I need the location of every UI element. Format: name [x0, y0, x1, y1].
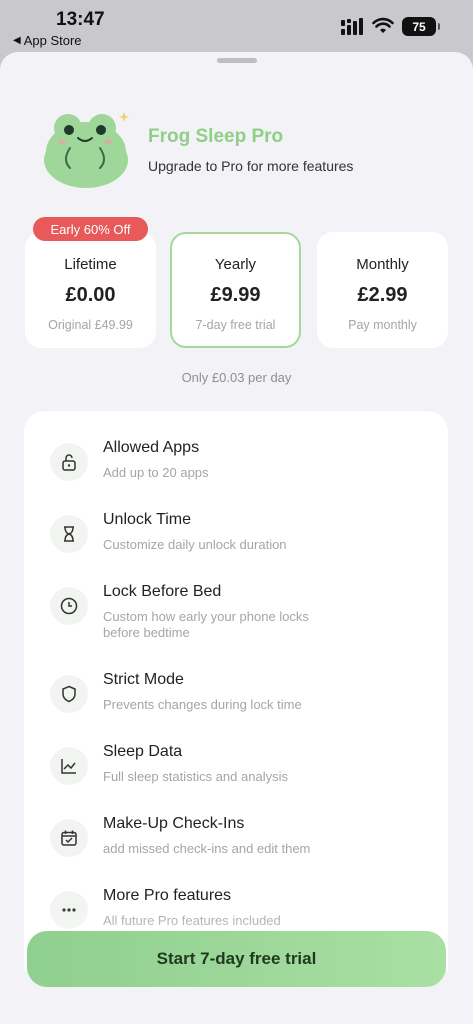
plan-name: Lifetime	[64, 256, 117, 273]
feature-sleep-data: Sleep Data Full sleep statistics and ana…	[24, 743, 448, 807]
feature-desc: Full sleep statistics and analysis	[103, 769, 288, 784]
feature-desc: Add up to 20 apps	[103, 465, 209, 480]
plan-note: Pay monthly	[348, 318, 417, 332]
plan-yearly[interactable]: Yearly £9.99 7-day free trial	[170, 232, 301, 348]
feature-desc: Custom how early your phone locks before…	[103, 609, 309, 640]
battery-indicator: 75	[402, 17, 440, 36]
more-icon	[50, 891, 88, 929]
per-day-price: Only £0.03 per day	[181, 370, 292, 385]
app-title: Frog Sleep Pro	[148, 126, 284, 147]
feature-strict-mode: Strict Mode Prevents changes during lock…	[24, 671, 448, 735]
plan-monthly[interactable]: Monthly £2.99 Pay monthly	[317, 232, 448, 348]
plan-name: Yearly	[214, 256, 257, 273]
plan-price: £9.99	[210, 284, 261, 306]
feature-desc: All future Pro features included	[103, 913, 281, 928]
feature-lock-before-bed: Lock Before Bed Custom how early your ph…	[24, 583, 448, 647]
clock-icon	[50, 587, 88, 625]
feature-title: Allowed Apps	[103, 439, 200, 456]
discount-badge: Early 60% Off	[33, 217, 148, 241]
lock-open-icon	[50, 443, 88, 481]
feature-title: Unlock Time	[103, 511, 192, 528]
feature-title: Sleep Data	[103, 743, 183, 760]
back-arrow-icon: ◀	[13, 35, 21, 46]
plan-name: Monthly	[356, 256, 409, 273]
app-subtitle: Upgrade to Pro for more features	[148, 158, 354, 174]
cellular-signal-icon	[341, 18, 363, 35]
wifi-icon	[372, 17, 394, 33]
feature-title: More Pro features	[103, 887, 232, 904]
plan-lifetime[interactable]: Lifetime £0.00 Original £49.99	[25, 232, 156, 348]
back-app-label: App Store	[23, 33, 82, 48]
shield-icon	[50, 675, 88, 713]
hourglass-icon	[50, 515, 88, 553]
plan-price: £0.00	[65, 284, 116, 306]
plan-note: Original £49.99	[48, 318, 133, 332]
sheet-grabber[interactable]	[217, 58, 257, 63]
status-bar: 13:47 ◀ App Store 75	[0, 0, 473, 52]
start-free-trial-button[interactable]: Start 7-day free trial	[27, 931, 446, 987]
plan-note: 7-day free trial	[195, 318, 276, 332]
status-time: 13:47	[56, 9, 105, 30]
feature-desc: Customize daily unlock duration	[103, 537, 287, 552]
frog-logo-icon	[44, 112, 129, 188]
feature-make-up-check-ins: Make-Up Check-Ins add missed check-ins a…	[24, 815, 448, 879]
feature-allowed-apps: Allowed Apps Add up to 20 apps	[24, 439, 448, 503]
chart-icon	[50, 747, 88, 785]
feature-title: Make-Up Check-Ins	[103, 815, 245, 832]
feature-desc: Prevents changes during lock time	[103, 697, 302, 712]
back-to-app-store-link[interactable]: ◀ App Store	[13, 33, 82, 48]
feature-title: Strict Mode	[103, 671, 184, 688]
plan-price: £2.99	[357, 284, 408, 306]
features-list: Allowed Apps Add up to 20 apps Unlock Ti…	[24, 411, 448, 971]
pro-upgrade-sheet: Frog Sleep Pro Upgrade to Pro for more f…	[0, 52, 473, 1024]
feature-unlock-time: Unlock Time Customize daily unlock durat…	[24, 511, 448, 575]
calendar-check-icon	[50, 819, 88, 857]
feature-desc: add missed check-ins and edit them	[103, 841, 311, 856]
feature-title: Lock Before Bed	[103, 583, 222, 600]
